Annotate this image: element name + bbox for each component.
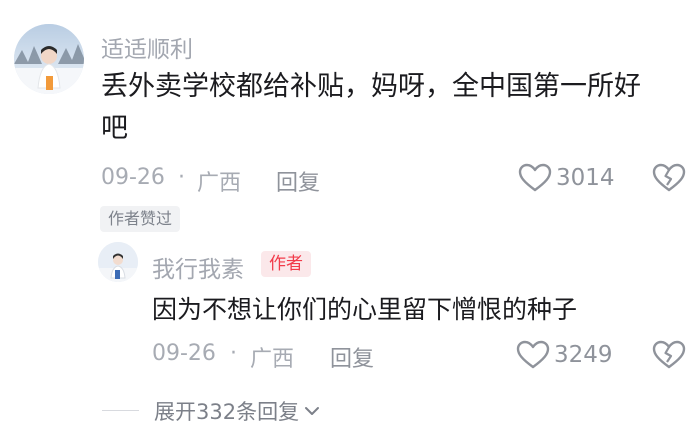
replier-avatar[interactable]: [98, 242, 138, 282]
reply-text: 因为不想让你们的心里留下憎恨的种子: [152, 295, 578, 324]
expand-replies-label: 展开332条回复: [154, 400, 300, 424]
comment-text-line2: 吧: [101, 113, 128, 144]
reply-separator: ·: [230, 341, 237, 366]
reply-date: 09-26: [152, 341, 216, 366]
dislike-icon[interactable]: [652, 340, 686, 370]
comment-like-count: 3014: [556, 165, 615, 191]
chevron-down-icon: [303, 402, 321, 420]
comment-date: 09-26: [101, 165, 165, 190]
reply-reply-button[interactable]: 回复: [330, 341, 374, 373]
comment-reply-button[interactable]: 回复: [276, 165, 320, 197]
like-icon[interactable]: [518, 163, 552, 193]
reply-location: 广西: [250, 347, 295, 372]
expand-replies-button[interactable]: 展开332条回复: [154, 396, 321, 426]
author-liked-badge: 作者赞过: [100, 206, 181, 232]
dislike-icon[interactable]: [652, 163, 686, 193]
comment-separator: ·: [178, 165, 185, 190]
reply-like-count: 3249: [554, 342, 613, 368]
commenter-avatar[interactable]: [14, 24, 84, 94]
like-icon[interactable]: [516, 340, 550, 370]
comment-text-line1: 丢外卖学校都给补贴，妈呀，全中国第一所好: [101, 71, 641, 102]
expand-divider: [102, 410, 139, 411]
commenter-username[interactable]: 适适顺利: [101, 30, 193, 64]
replier-username[interactable]: 我行我素: [152, 250, 244, 284]
author-badge: 作者: [261, 251, 311, 277]
comment-location: 广西: [197, 171, 242, 196]
